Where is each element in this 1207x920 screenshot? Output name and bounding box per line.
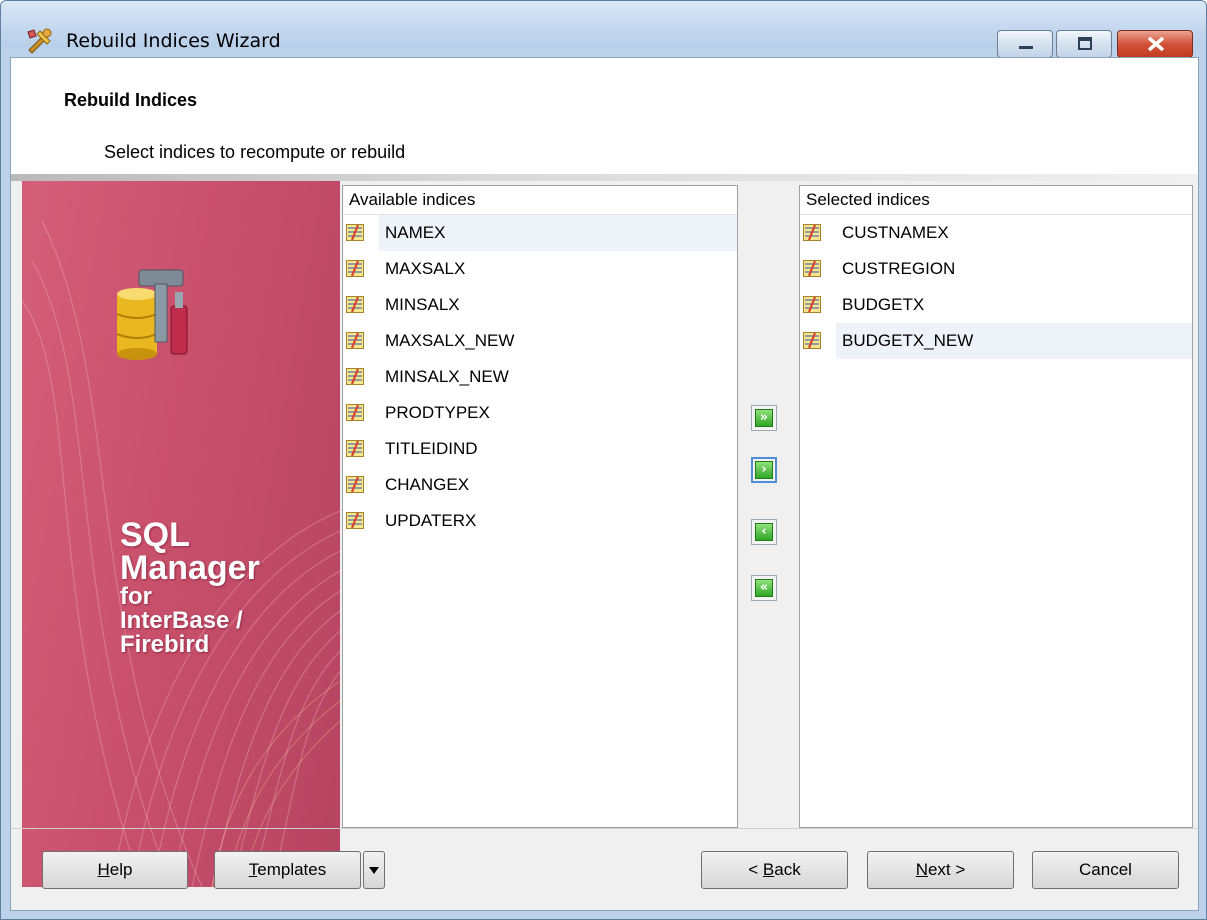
product-name-line5: Firebird: [120, 631, 210, 658]
index-icon: [346, 368, 364, 385]
index-name: BUDGETX_NEW: [836, 323, 1192, 359]
list-item[interactable]: PRODTYPEX: [343, 395, 737, 431]
index-icon: [346, 476, 364, 493]
header-divider: [11, 174, 1198, 181]
wizard-tools-icon: [27, 28, 52, 54]
selected-indices-header: Selected indices: [800, 186, 1192, 215]
remove-all-button[interactable]: «: [751, 575, 777, 601]
index-name: CHANGEX: [385, 475, 470, 494]
index-name: TITLEIDIND: [385, 439, 478, 458]
templates-dropdown-button[interactable]: [363, 851, 385, 889]
selected-indices-list[interactable]: Selected indices CUSTNAMEX CUSTREGION BU…: [799, 185, 1193, 828]
list-item[interactable]: UPDATERX: [343, 503, 737, 539]
product-name-line3: for: [120, 583, 152, 610]
page-subtitle: Select indices to recompute or rebuild: [104, 142, 406, 162]
index-name: MAXSALX_NEW: [385, 331, 515, 350]
index-name: CUSTNAMEX: [842, 223, 949, 242]
index-icon: [346, 512, 364, 529]
index-name: UPDATERX: [385, 511, 477, 530]
arrow-right-icon: ›: [755, 461, 773, 479]
list-item[interactable]: MAXSALX_NEW: [343, 323, 737, 359]
add-all-button[interactable]: »: [751, 405, 777, 431]
list-item[interactable]: NAMEX: [343, 215, 737, 251]
list-item[interactable]: CUSTREGION: [800, 251, 1192, 287]
wizard-window: Rebuild Indices Wizard Rebuild Indices S…: [0, 0, 1207, 920]
index-name: PRODTYPEX: [385, 403, 490, 422]
index-icon: [346, 296, 364, 313]
remove-button[interactable]: ‹: [751, 519, 777, 545]
arrow-left-icon: ‹: [755, 523, 773, 541]
cancel-button[interactable]: Cancel: [1032, 851, 1179, 889]
product-name-line1: SQL: [120, 516, 190, 554]
index-icon: [346, 260, 364, 277]
index-icon: [346, 404, 364, 421]
wizard-client-area: Rebuild Indices Select indices to recomp…: [10, 57, 1199, 911]
index-icon: [803, 296, 821, 313]
index-name: CUSTREGION: [842, 259, 956, 278]
footer-divider: [11, 828, 1198, 829]
index-icon: [803, 260, 821, 277]
index-icon: [346, 440, 364, 457]
available-indices-header: Available indices: [343, 186, 737, 215]
list-item[interactable]: CHANGEX: [343, 467, 737, 503]
minimize-icon: [1019, 46, 1033, 49]
list-item[interactable]: CUSTNAMEX: [800, 215, 1192, 251]
add-button[interactable]: ›: [751, 457, 777, 483]
index-name: MINSALX_NEW: [385, 367, 509, 386]
database-tools-logo-icon: [117, 269, 188, 360]
list-item[interactable]: BUDGETX_NEW: [800, 323, 1192, 359]
page-title: Rebuild Indices: [64, 90, 198, 110]
index-icon: [803, 224, 821, 241]
index-icon: [346, 224, 364, 241]
maximize-button[interactable]: [1056, 30, 1112, 58]
product-name: SQL Manager for InterBase / Firebird: [120, 516, 260, 658]
double-arrow-right-icon: »: [755, 409, 773, 427]
index-icon: [346, 332, 364, 349]
available-indices-list[interactable]: Available indices NAMEX MAXSALX MINSALX …: [342, 185, 738, 828]
back-button[interactable]: < Back: [701, 851, 848, 889]
list-item[interactable]: MINSALX_NEW: [343, 359, 737, 395]
product-name-line4: InterBase /: [120, 607, 243, 634]
product-banner: SQL Manager for InterBase / Firebird: [22, 181, 340, 887]
list-item[interactable]: BUDGETX: [800, 287, 1192, 323]
double-arrow-left-icon: «: [755, 579, 773, 597]
index-name: MINSALX: [385, 295, 460, 314]
list-item[interactable]: TITLEIDIND: [343, 431, 737, 467]
title-bar[interactable]: Rebuild Indices Wizard: [1, 1, 1206, 58]
index-icon: [803, 332, 821, 349]
index-name: NAMEX: [379, 215, 737, 251]
close-button[interactable]: [1117, 30, 1193, 58]
templates-button[interactable]: Templates: [214, 851, 361, 889]
help-button[interactable]: Help: [42, 851, 188, 889]
window-title: Rebuild Indices Wizard: [66, 30, 281, 52]
index-name: BUDGETX: [842, 295, 925, 314]
list-item[interactable]: MINSALX: [343, 287, 737, 323]
list-item[interactable]: MAXSALX: [343, 251, 737, 287]
wizard-header: Rebuild Indices Select indices to recomp…: [11, 58, 1198, 174]
minimize-button[interactable]: [997, 30, 1053, 58]
close-icon: [1147, 36, 1165, 52]
chevron-down-icon: [369, 867, 379, 874]
next-button[interactable]: Next >: [867, 851, 1014, 889]
index-name: MAXSALX: [385, 259, 466, 278]
product-name-line2: Manager: [120, 549, 260, 587]
maximize-icon: [1078, 37, 1092, 50]
